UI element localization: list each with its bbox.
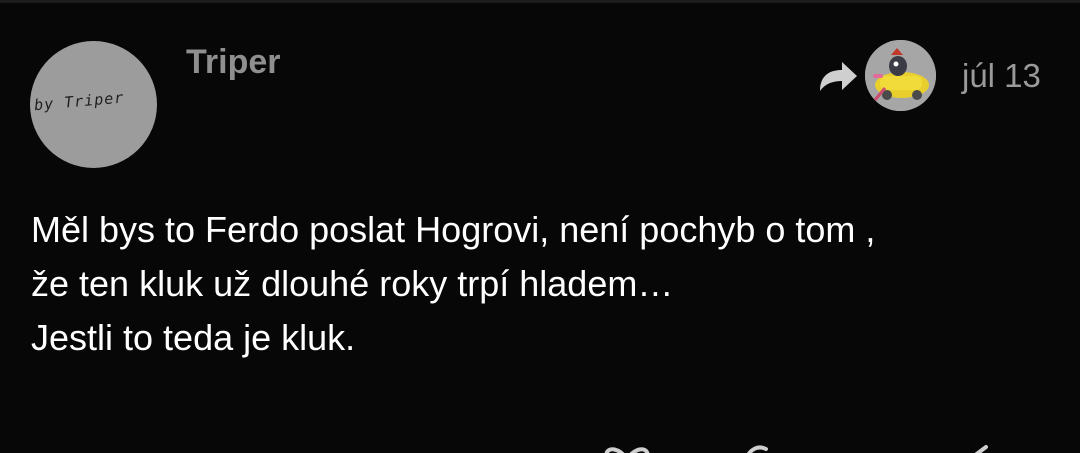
post-actions — [0, 433, 1080, 453]
post-body-line: Jestli to teda je kluk. — [31, 317, 356, 358]
reply-avatar-image — [865, 40, 936, 111]
post-body-line: Měl bys to Ferdo poslat Hogrovi, není po… — [31, 209, 876, 250]
post-body: Měl bys to Ferdo poslat Hogrovi, není po… — [31, 203, 1061, 365]
reply-arrow-icon[interactable] — [816, 59, 860, 95]
post-date[interactable]: júl 13 — [962, 57, 1041, 95]
link-icon[interactable] — [740, 443, 774, 453]
author-name[interactable]: Triper — [186, 43, 280, 82]
post-body-line: že ten kluk už dlouhé roky trpí hladem… — [31, 263, 674, 304]
heart-icon[interactable] — [600, 443, 654, 453]
author-avatar[interactable]: by Triper — [30, 41, 157, 168]
post-container: by Triper Triper júl 13 Měl bys to Ferdo… — [0, 3, 1080, 453]
avatar-signature: by Triper — [33, 88, 125, 115]
share-icon[interactable] — [960, 443, 994, 453]
reply-user-avatar[interactable] — [865, 40, 936, 111]
